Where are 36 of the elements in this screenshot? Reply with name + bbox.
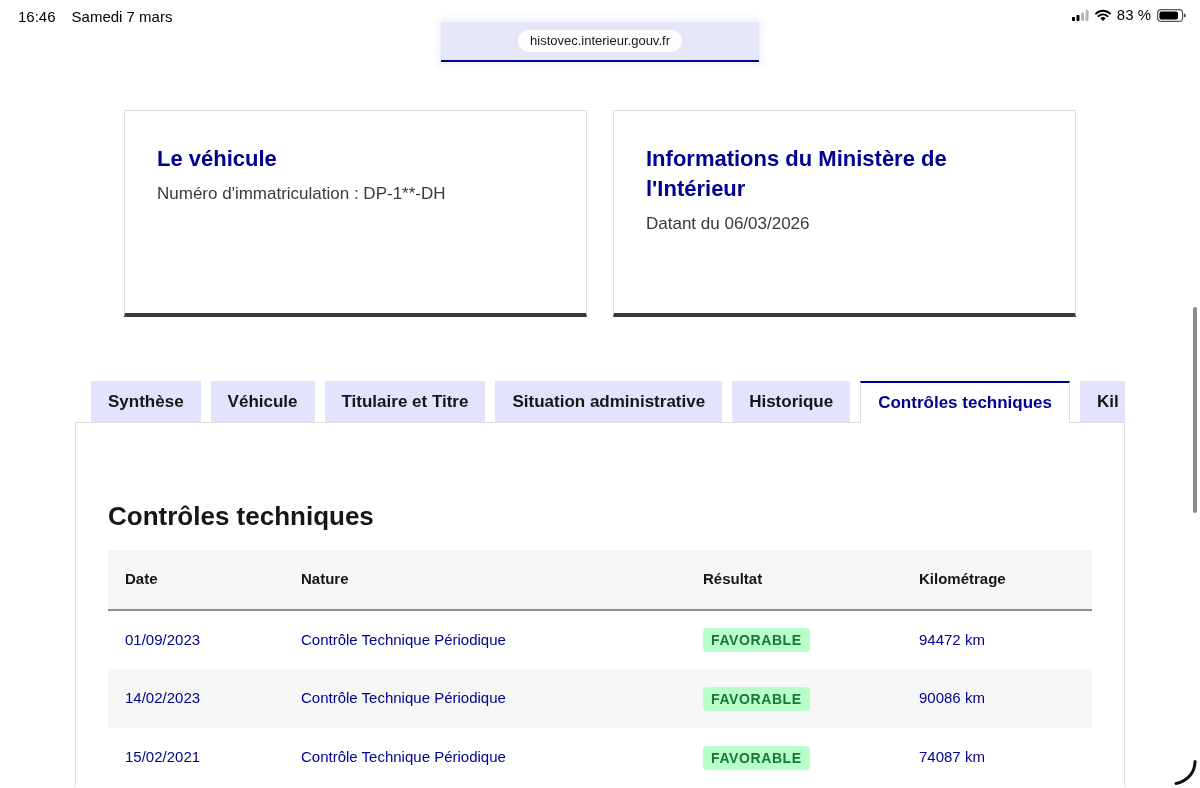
column-header: Date [125,570,158,588]
battery-percentage: 83 % [1116,6,1151,24]
result-badge: FAVORABLE [703,628,810,652]
card-text: Datant du 06/03/2026 [646,213,811,235]
date-text: 01/09/2023 [125,630,201,648]
corner-arc-icon [1174,760,1197,785]
nature-text: Contrôle Technique Périodique [301,689,506,707]
date-text: 15/02/2021 [125,748,201,766]
tab[interactable]: Titulaire et Titre [324,381,486,422]
nature-text: Contrôle Technique Périodique [301,630,506,648]
status-time: 16:46 [18,8,56,22]
nature-text: Contrôle Technique Périodique [301,748,506,766]
battery-icon [1157,8,1186,22]
tab[interactable]: Situation administrative [495,381,723,422]
column-header: Kilométrage [919,570,1006,588]
card-title: Le véhicule [157,145,278,173]
result-badge: FAVORABLE [703,686,810,711]
section-title: Contrôles techniques [108,500,375,532]
result-badge: FAVORABLE [703,745,810,770]
date-text: 14/02/2023 [125,689,201,707]
card-title: Informations du Ministère de l'Intérieur [646,145,948,203]
tab[interactable]: Véhicule [210,381,315,422]
tab[interactable]: Contrôles techniques [860,381,1070,423]
mileage-text: 90086 km [919,689,985,707]
url-pill[interactable]: histovec.interieur.gouv.fr [518,30,682,52]
column-header: Résultat [703,570,763,588]
tab[interactable]: Kil [1080,381,1125,422]
wifi-icon [1094,9,1111,21]
card-text: Numéro d'immatriculation : DP-1**-DH [157,183,447,205]
tab[interactable]: Synthèse [91,381,201,422]
tab[interactable]: Historique [732,381,851,422]
mileage-text: 74087 km [919,748,985,766]
signal-icon [1071,9,1089,21]
column-header: Nature [301,570,349,588]
status-date: Samedi 7 mars [71,8,173,22]
mileage-text: 94472 km [919,630,985,648]
